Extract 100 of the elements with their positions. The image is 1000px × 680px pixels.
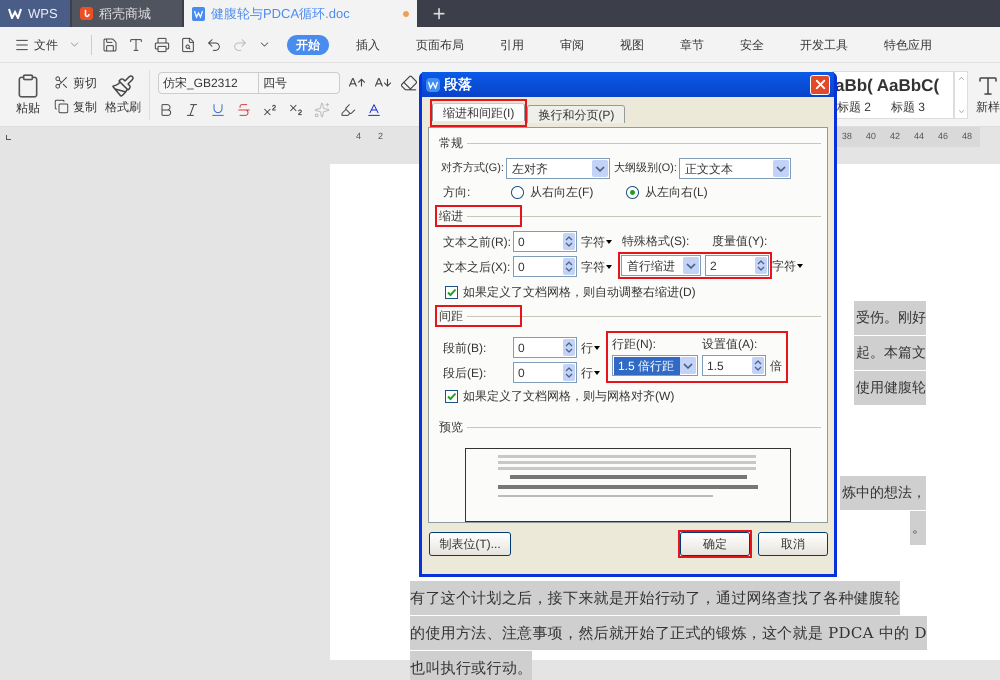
logo-icon [8, 8, 22, 19]
checkbox[interactable] [445, 390, 458, 402]
copy-icon[interactable] [54, 99, 69, 114]
caret-icon [594, 370, 600, 374]
checkbox-label: 如果定义了文档网格，则自动调整右缩进(D) [463, 284, 696, 301]
ribbon-tab[interactable]: 章节 [671, 34, 713, 54]
unit-dropdown[interactable]: 行 [581, 338, 600, 356]
undo-icon[interactable] [206, 36, 222, 52]
ribbon-tab[interactable]: 页面布局 [407, 34, 473, 54]
document-text: 也叫执行或行动。 [410, 650, 532, 680]
spinner-icon[interactable] [563, 258, 575, 275]
file-menu[interactable]: 文件 [34, 36, 58, 54]
style-item[interactable]: aBb( 标题 2 [833, 74, 875, 116]
document-text: 受伤。刚好 [854, 300, 926, 334]
printer-icon[interactable] [154, 36, 170, 52]
document-text: 炼中的想法， [840, 476, 926, 510]
format-painter-button[interactable]: 格式刷 [105, 98, 141, 116]
spin-field[interactable]: 2 [705, 255, 769, 276]
caret-icon [680, 357, 696, 374]
ribbon-tab[interactable]: 插入 [347, 34, 389, 54]
field-label: 段前(B): [443, 340, 488, 356]
tab-stop-marker[interactable] [6, 134, 11, 140]
ruler-number: 46 [938, 130, 948, 144]
ruler-number: 38 [842, 130, 852, 144]
highlighter-icon[interactable] [340, 102, 356, 118]
underline-icon[interactable] [210, 102, 226, 118]
unit-dropdown[interactable]: 字符 [772, 256, 803, 274]
ruler-number: 4 [356, 130, 362, 144]
checkbox-label: 如果定义了文档网格，则与网格对齐(W) [463, 388, 674, 405]
radio-label: 从右向左(F) [530, 184, 594, 201]
tab[interactable]: WPS [0, 0, 70, 27]
spin-field[interactable]: 1.5 [702, 355, 766, 376]
ribbon-tab[interactable]: 安全 [731, 34, 773, 54]
ribbon-tab[interactable]: 审阅 [551, 34, 593, 54]
check-icon [447, 392, 456, 400]
spin-field[interactable]: 0 [513, 362, 577, 383]
tabs-button[interactable]: 制表位(T)... [429, 532, 511, 556]
spinner-icon[interactable] [563, 339, 575, 356]
new-tab-button[interactable]: + [419, 0, 459, 27]
dialog-title: 段落 [444, 75, 473, 94]
dialog-tab[interactable]: 换行和分页(P) [527, 105, 626, 123]
close-button[interactable] [810, 74, 830, 94]
field-label: 文本之前(R): [443, 234, 509, 250]
paintbrush-icon[interactable] [111, 74, 135, 98]
document-text: 使用健腹轮 [854, 370, 926, 404]
new-style-button[interactable]: 新样 [976, 98, 1000, 116]
spin-field[interactable]: 0 [513, 256, 577, 277]
ruler-number: 2 [378, 130, 384, 144]
dropdown[interactable]: 正文文本 [678, 158, 791, 179]
checkbox[interactable] [445, 286, 458, 298]
ok-button[interactable]: 确定 [680, 532, 750, 556]
text-format-icon[interactable] [128, 36, 144, 52]
document-text: 有了这个计划之后，接下来就是开始行动了，通过网络查找了各种健腹轮 [410, 580, 900, 614]
field-label: 方向: [443, 184, 472, 201]
save-icon[interactable] [102, 36, 118, 52]
unit-dropdown[interactable]: 倍 [770, 356, 782, 374]
caret-icon [606, 240, 612, 244]
document-text: 起。本篇文 [854, 336, 926, 370]
spinner-icon[interactable] [752, 357, 764, 374]
dropdown[interactable]: 1.5 倍行距 [612, 355, 698, 376]
flame-icon [80, 7, 93, 20]
caret-icon [797, 264, 803, 268]
caret-icon [683, 257, 699, 274]
cut-icon[interactable] [54, 75, 69, 90]
paste-button[interactable]: 粘贴 [16, 98, 40, 116]
font-color-icon[interactable] [366, 102, 382, 118]
ribbon-tab[interactable]: 特色应用 [875, 34, 941, 54]
spinner-icon[interactable] [563, 364, 575, 381]
italic-icon[interactable] [184, 102, 200, 118]
field-label: 设置值(A): [702, 336, 758, 353]
copy-button[interactable]: 复制 [73, 98, 97, 116]
unit-dropdown[interactable]: 字符 [581, 258, 612, 276]
caret-icon [606, 264, 612, 268]
ruler-number: 42 [890, 130, 900, 144]
eraser-icon[interactable] [400, 74, 418, 92]
caret-icon [772, 160, 789, 177]
dropdown[interactable]: 左对齐 [506, 158, 610, 179]
caret-icon [594, 346, 600, 350]
spin-field[interactable]: 0 [513, 337, 577, 358]
strikethrough-icon[interactable] [236, 102, 252, 118]
field-label: 特殊格式(S): [622, 233, 690, 250]
radio-label: 从左向右(L) [645, 184, 708, 201]
ribbon-tab[interactable]: 引用 [491, 34, 533, 54]
spin-field[interactable]: 0 [513, 231, 577, 252]
cut-button[interactable]: 剪切 [73, 74, 97, 92]
style-item[interactable]: AaBbC( 标题 3 [874, 74, 942, 116]
unit-dropdown[interactable]: 字符 [581, 232, 612, 250]
tab[interactable]: 稻壳商城 [72, 0, 182, 27]
print-preview-icon[interactable] [180, 36, 196, 52]
spinner-icon[interactable] [563, 233, 575, 250]
unit-dropdown[interactable]: 行 [581, 364, 600, 382]
ribbon-tab[interactable]: 开发工具 [791, 34, 857, 54]
ribbon-tab[interactable]: 视图 [611, 34, 653, 54]
spinner-icon[interactable] [755, 257, 767, 274]
cancel-button[interactable]: 取消 [758, 532, 828, 556]
dropdown[interactable]: 首行缩进 [621, 255, 701, 276]
radio-button[interactable] [511, 186, 524, 198]
dialog-tab[interactable]: 缩进和间距(I) [432, 103, 526, 121]
document-icon [192, 6, 205, 20]
radio-button[interactable] [626, 186, 639, 198]
